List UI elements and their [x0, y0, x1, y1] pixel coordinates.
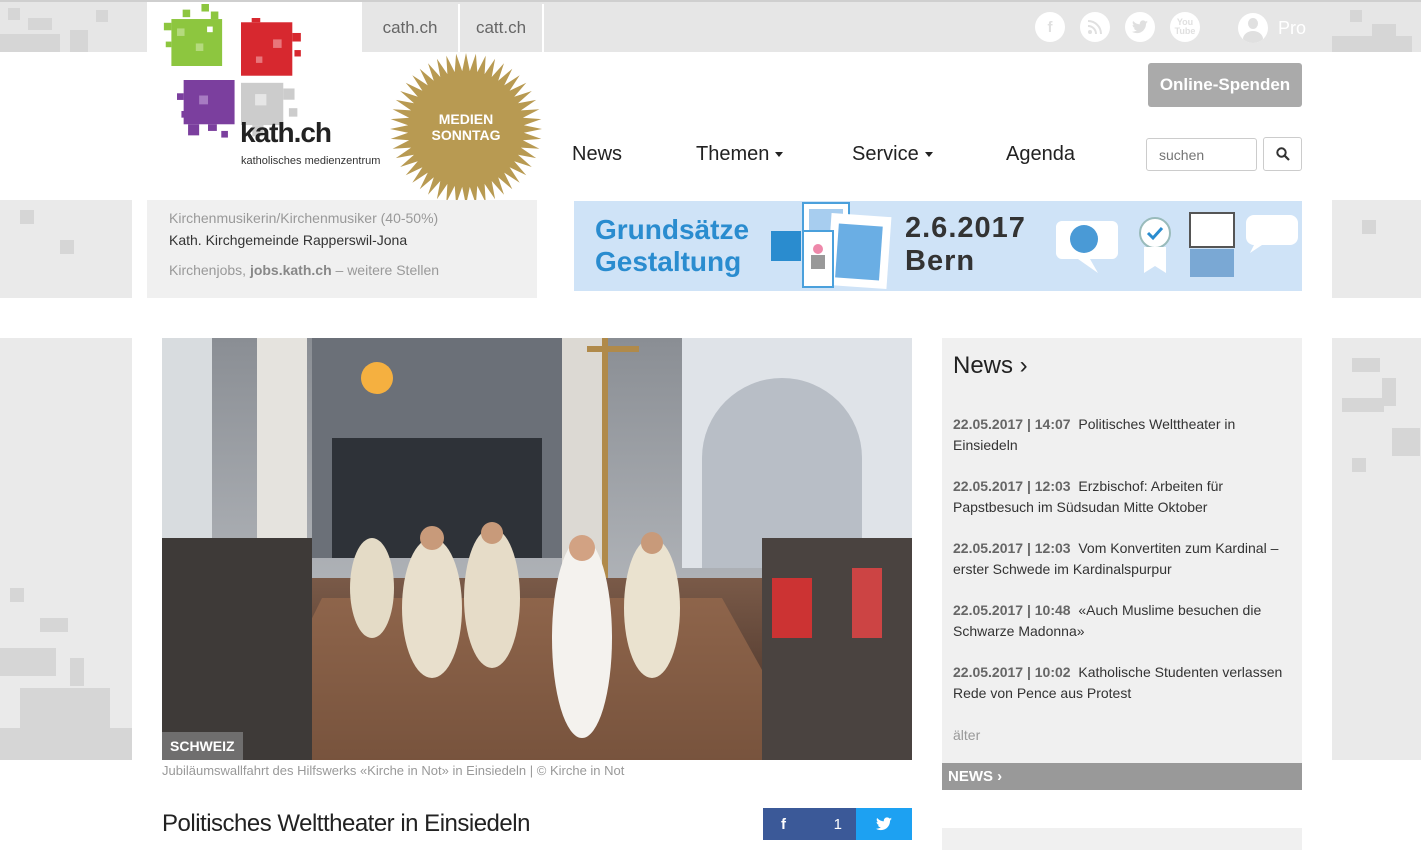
news-item[interactable]: 22.05.2017 | 10:02 Katholische Studenten… — [953, 662, 1293, 704]
facebook-share-button[interactable]: f 1 — [763, 808, 856, 840]
right-side-panel — [1332, 338, 1421, 760]
article-title[interactable]: Politisches Welttheater in Einsiedeln — [162, 810, 530, 838]
news-item[interactable]: 22.05.2017 | 12:03 Erzbischof: Arbeiten … — [953, 476, 1293, 518]
rss-icon[interactable] — [1080, 12, 1110, 42]
nav-news[interactable]: News — [572, 143, 622, 166]
older-news-link[interactable]: älter — [953, 727, 980, 743]
toplink-catt[interactable]: catt.ch — [458, 4, 542, 54]
image-caption: Jubiläumswallfahrt des Hilfswerks «Kirch… — [162, 763, 625, 778]
search-icon — [1275, 147, 1290, 161]
youtube-icon[interactable]: You Tube — [1170, 12, 1200, 42]
job-employer: Kath. Kirchgemeinde Rapperswil-Jona — [169, 232, 408, 248]
top-left-pixel-decoration — [0, 2, 132, 52]
pro-login[interactable]: Pro — [1238, 12, 1306, 44]
facebook-icon[interactable]: f — [1035, 12, 1065, 42]
toplink-cath[interactable]: cath.ch — [362, 4, 458, 54]
news-item[interactable]: 22.05.2017 | 14:07 Politisches Welttheat… — [953, 414, 1293, 456]
facebook-icon: f — [781, 815, 786, 833]
chevron-down-icon — [924, 152, 933, 158]
jobs-link[interactable]: jobs.kath.ch — [250, 262, 332, 278]
twitter-icon[interactable] — [1125, 12, 1155, 42]
logo-purple-block — [177, 80, 235, 138]
hero-image[interactable] — [162, 338, 912, 760]
news-footer-link[interactable]: NEWS › — [942, 763, 1302, 790]
search-input[interactable] — [1146, 138, 1257, 171]
news-item[interactable]: 22.05.2017 | 12:03 Vom Konvertiten zum K… — [953, 538, 1293, 580]
twitter-share-button[interactable] — [856, 808, 912, 840]
news-heading[interactable]: News › — [953, 352, 1028, 380]
jobs-teaser[interactable]: Kirchenmusikerin/Kirchenmusiker (40-50%)… — [147, 200, 537, 298]
category-badge[interactable]: SCHWEIZ — [162, 732, 243, 760]
job-title[interactable]: Kirchenmusikerin/Kirchenmusiker (40-50%) — [169, 210, 515, 226]
nav-service[interactable]: Service — [852, 143, 933, 166]
donate-button[interactable]: Online-Spenden — [1148, 63, 1302, 107]
left-side-panel — [0, 338, 132, 760]
logo[interactable] — [147, 2, 362, 200]
logo-subtitle: katholisches medienzentrum — [241, 155, 381, 167]
banner-headline: Grundsätze Gestaltung — [595, 214, 750, 277]
right-side-panel-top — [1332, 200, 1421, 298]
facebook-share-count: 1 — [833, 815, 842, 833]
ad-banner[interactable]: Grundsätze Gestaltung 2.6.2017 Bern — [574, 201, 1302, 291]
user-icon — [1238, 13, 1268, 43]
top-right-pixel-decoration — [1332, 2, 1421, 52]
banner-date: 2.6.2017 Bern — [905, 212, 1026, 277]
logo-green-block — [163, 4, 223, 66]
search-button[interactable] — [1263, 137, 1302, 171]
church-procession-photo — [162, 338, 912, 760]
medien-sonntag-text: MEDIEN SONNTAG — [431, 111, 501, 143]
pro-label: Pro — [1278, 17, 1307, 38]
jobs-footer: Kirchenjobs, jobs.kath.ch – weitere Stel… — [169, 262, 440, 278]
next-sidebar-box — [942, 828, 1302, 850]
banner-pages-graphic — [771, 202, 892, 290]
twitter-icon — [876, 817, 892, 831]
news-item[interactable]: 22.05.2017 | 10:48 «Auch Muslime besuche… — [953, 600, 1293, 642]
left-side-panel-top — [0, 200, 132, 298]
topbar-divider — [542, 4, 544, 54]
nav-themen[interactable]: Themen — [696, 143, 784, 166]
nav-agenda[interactable]: Agenda — [1006, 143, 1075, 166]
banner-icons-graphic — [1056, 212, 1298, 277]
logo-title: kath.ch — [240, 117, 332, 148]
logo-red-block — [241, 18, 301, 76]
chevron-down-icon — [775, 152, 784, 158]
